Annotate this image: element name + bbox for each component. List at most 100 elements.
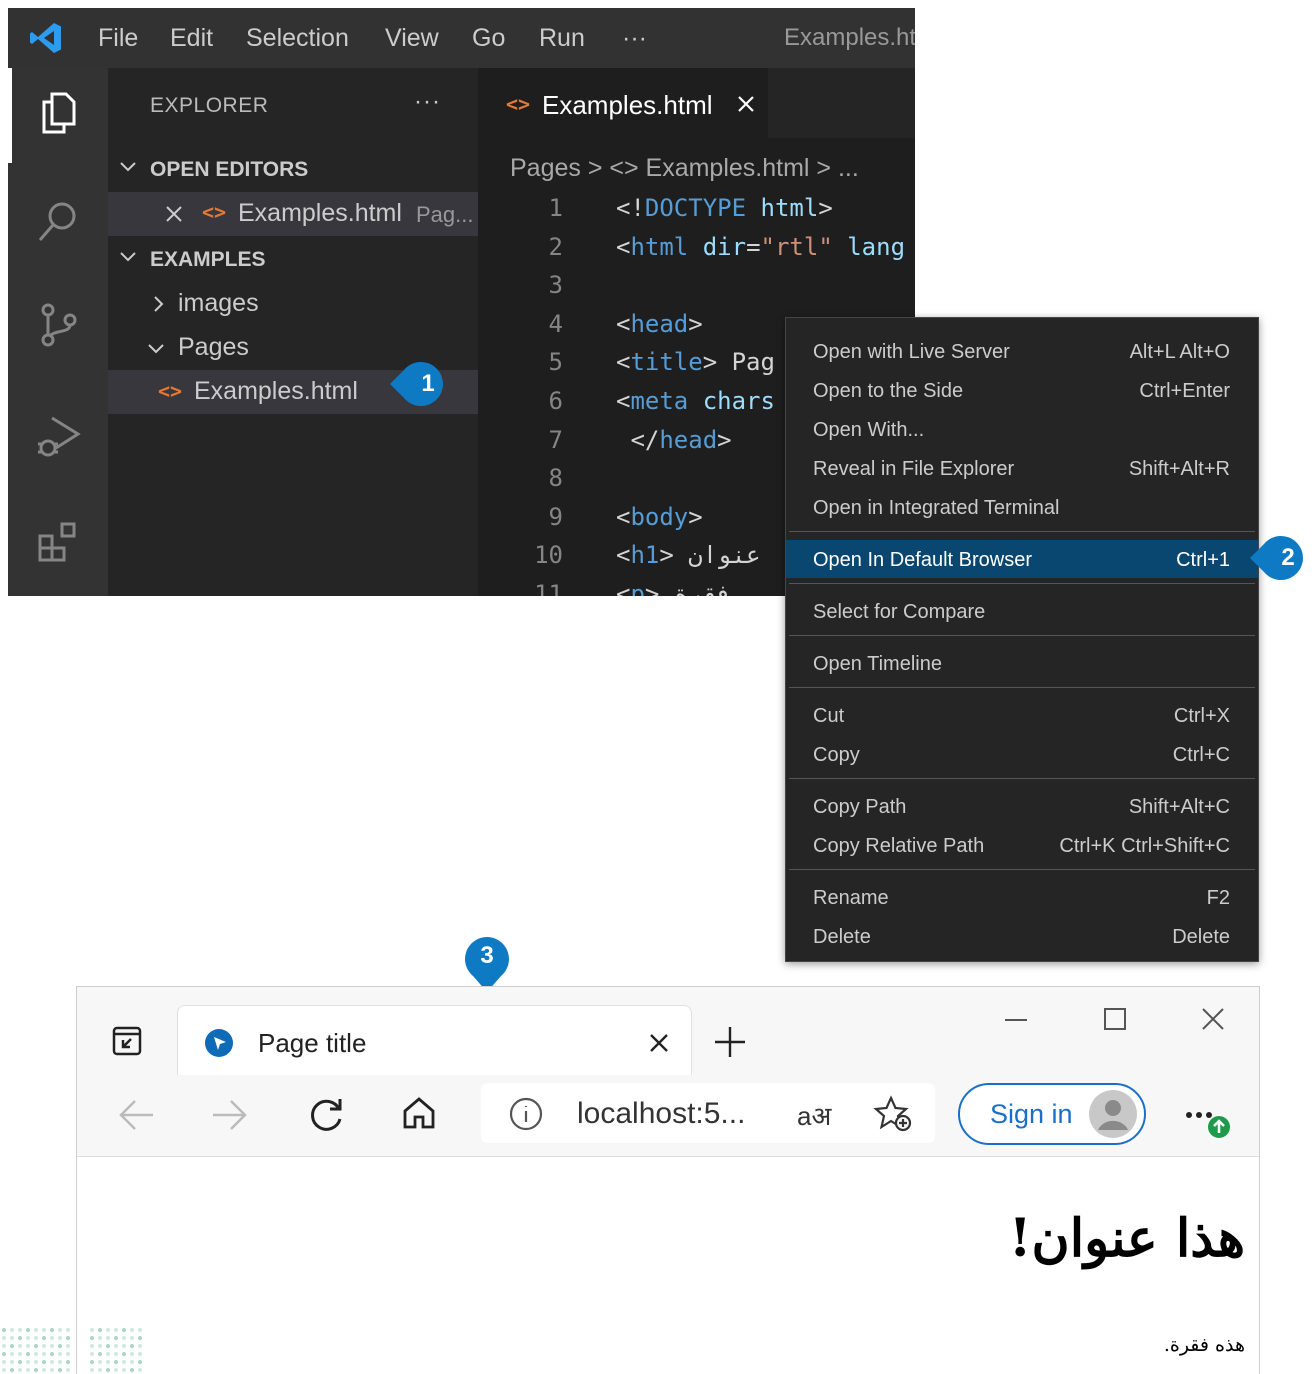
code-text: <title> Pag [616, 348, 775, 377]
menu-edit[interactable]: Edit [170, 24, 213, 53]
address-bar[interactable]: localhost:5... aअ [481, 1083, 935, 1143]
sign-in-button[interactable]: Sign in [958, 1083, 1146, 1145]
maximize-icon[interactable] [1103, 1007, 1127, 1031]
menu-run[interactable]: Run [539, 24, 585, 53]
decor-dot [18, 1368, 22, 1372]
source-control-icon[interactable] [34, 300, 84, 350]
forward-icon[interactable] [211, 1097, 249, 1133]
close-tab-icon[interactable] [736, 94, 756, 114]
explorer-more-button[interactable]: ··· [414, 88, 441, 116]
tree-item-images[interactable]: images [108, 282, 478, 326]
decor-dot [42, 1336, 46, 1340]
decor-dot [50, 1352, 54, 1356]
explorer-title: EXPLORER [150, 94, 269, 117]
line-number: 10 [534, 541, 563, 570]
code-line[interactable]: 3 [478, 271, 915, 309]
line-number: 4 [548, 309, 563, 338]
line-number: 11 [534, 580, 563, 596]
decor-dot [66, 1360, 70, 1364]
title-bar: File Edit Selection View Go Run ··· Exam… [8, 8, 915, 68]
decor-dot [34, 1336, 38, 1340]
menu-separator [789, 778, 1255, 779]
avatar-icon [1089, 1090, 1137, 1138]
decor-dot [106, 1328, 110, 1332]
new-tab-icon[interactable] [713, 1025, 747, 1059]
explorer-icon[interactable] [34, 88, 84, 138]
code-line[interactable]: 2 <html dir="rtl" lang [478, 233, 915, 271]
menu-item-open-with-live-server[interactable]: Open with Live Server Alt+L Alt+O [786, 332, 1258, 370]
decor-dot [50, 1368, 54, 1372]
menu-item-open-with[interactable]: Open With... [786, 410, 1258, 448]
extensions-icon[interactable] [34, 516, 84, 566]
menu-item-cut[interactable]: Cut Ctrl+X [786, 696, 1258, 734]
html-file-icon: <> [158, 379, 183, 403]
menu-item-delete[interactable]: Delete Delete [786, 917, 1258, 955]
decor-dot [138, 1344, 142, 1348]
decor-dot [18, 1328, 22, 1332]
menu-file[interactable]: File [98, 24, 138, 53]
menu-item-label: Cut [813, 705, 845, 727]
info-icon[interactable] [509, 1097, 543, 1131]
menu-item-label: Copy Path [813, 796, 907, 818]
back-icon[interactable] [117, 1097, 155, 1133]
search-icon[interactable] [34, 196, 84, 246]
menu-item-copy-path[interactable]: Copy Path Shift+Alt+C [786, 787, 1258, 825]
refresh-icon[interactable] [307, 1095, 345, 1133]
decor-dot [34, 1352, 38, 1356]
chevron-down-icon [120, 162, 136, 172]
menu-item-shortcut: Shift+Alt+C [1128, 796, 1230, 818]
decor-dot [18, 1352, 22, 1356]
code-text: <html dir="rtl" lang [616, 232, 906, 261]
menu-item-select-for-compare[interactable]: Select for Compare [786, 592, 1258, 630]
menu-item-copy[interactable]: Copy Ctrl+C [786, 735, 1258, 773]
menu-selection[interactable]: Selection [246, 24, 349, 53]
line-number: 6 [548, 387, 563, 415]
menu-item-label: Rename [813, 887, 889, 909]
menu-item-copy-relative-path[interactable]: Copy Relative Path Ctrl+K Ctrl+Shift+C [786, 826, 1258, 864]
code-line[interactable]: 1 <!DOCTYPE html> [478, 194, 915, 232]
tab-examples-html[interactable]: <> Examples.html [478, 68, 768, 138]
menu-item-reveal-in-file-explorer[interactable]: Reveal in File Explorer Shift+Alt+R [786, 449, 1258, 487]
decor-dot [10, 1336, 14, 1340]
code-text: <head> [616, 309, 703, 338]
decor-dot [130, 1328, 134, 1332]
activity-bar [8, 68, 108, 596]
open-editor-item[interactable]: <> Examples.html Pag... [108, 192, 478, 236]
close-window-icon[interactable] [1201, 1007, 1225, 1031]
decor-dot [98, 1336, 102, 1340]
run-debug-icon[interactable] [34, 410, 84, 460]
decor-dot [122, 1360, 126, 1364]
favorites-icon[interactable] [873, 1095, 913, 1133]
decor-dot [122, 1352, 126, 1356]
decor-dot [130, 1344, 134, 1348]
minimize-icon[interactable] [1003, 1007, 1029, 1033]
settings-more-icon[interactable] [1183, 1093, 1233, 1143]
decor-dot [50, 1328, 54, 1332]
line-number: 5 [548, 348, 563, 377]
menu-item-open-in-integrated-terminal[interactable]: Open in Integrated Terminal [786, 488, 1258, 526]
examples-section[interactable]: EXAMPLES [108, 240, 478, 280]
menu-more[interactable]: ··· [622, 24, 647, 53]
menu-item-shortcut: Ctrl+K Ctrl+Shift+C [1059, 835, 1230, 857]
menu-item-rename[interactable]: Rename F2 [786, 878, 1258, 916]
url-text: localhost:5... [577, 1097, 746, 1130]
close-tab-icon[interactable] [648, 1032, 670, 1054]
decor-dot [98, 1368, 102, 1372]
menu-view[interactable]: View [385, 24, 439, 53]
read-aloud-icon[interactable]: aअ [797, 1097, 831, 1133]
decor-dot [138, 1352, 142, 1356]
close-icon[interactable] [164, 204, 184, 224]
menu-item-open-to-the-side[interactable]: Open to the Side Ctrl+Enter [786, 371, 1258, 409]
menu-item-open-timeline[interactable]: Open Timeline [786, 644, 1258, 682]
explorer-sidebar: EXPLORER ··· OPEN EDITORS <> Examples.ht… [108, 68, 478, 596]
menu-item-open-in-default-browser[interactable]: Open In Default Browser Ctrl+1 [786, 540, 1258, 578]
decor-dot [90, 1336, 94, 1340]
menu-go[interactable]: Go [472, 24, 505, 53]
decorative-dots [2, 1328, 142, 1372]
home-icon[interactable] [401, 1095, 437, 1131]
browser-tab[interactable]: Page title [177, 1005, 692, 1075]
tab-actions-icon[interactable] [111, 1025, 143, 1057]
chevron-down-icon [148, 344, 164, 354]
breadcrumb[interactable]: Pages > <> Examples.html > ... [510, 154, 859, 183]
open-editors-section[interactable]: OPEN EDITORS [108, 150, 478, 190]
